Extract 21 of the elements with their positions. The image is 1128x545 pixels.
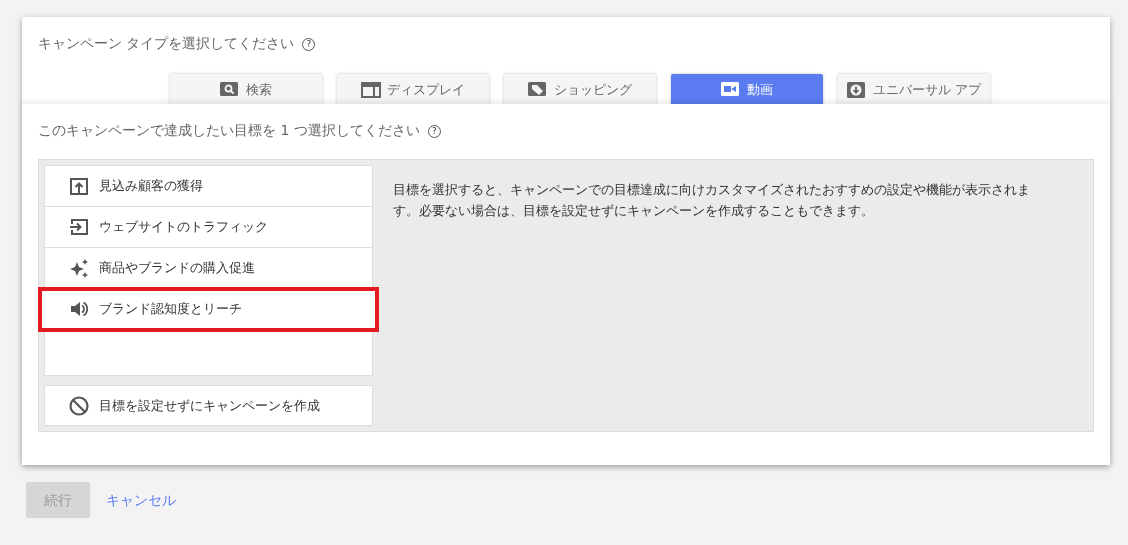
campaign-type-tab[interactable]: ユニバーサル アプ xyxy=(838,74,990,106)
campaign-type-tab[interactable]: 動画 xyxy=(671,74,823,106)
search-icon xyxy=(220,82,240,98)
sparkle-icon xyxy=(69,258,89,278)
upload-icon xyxy=(69,176,89,196)
speaker-icon xyxy=(69,299,89,319)
prohibited-icon xyxy=(69,395,89,416)
video-camera-icon xyxy=(721,82,741,98)
enter-icon xyxy=(69,217,89,237)
campaign-type-tab[interactable]: ディスプレイ xyxy=(337,74,489,106)
section-title: キャンペーン タイプを選択してください xyxy=(38,35,295,51)
description-text: 目標を選択すると、キャンペーンでの目標達成に向けカスタマイズされたおすすめの設定や機能が表示されます。必要ない場合は、目標を設定せずにキャンペーンを作成することもできます。 xyxy=(393,181,1031,220)
campaign-type-tab[interactable]: 検索 xyxy=(170,74,322,106)
layout-icon xyxy=(361,82,381,98)
section-title: このキャンペーンで達成したい目標を 1 つ選択してください xyxy=(38,122,420,138)
goal-option[interactable]: ブランド認知度とリーチ xyxy=(40,289,377,330)
cancel-link[interactable]: キャンセル xyxy=(106,489,176,511)
tag-icon xyxy=(528,82,548,98)
goal-option[interactable]: 目標を設定せずにキャンペーンを作成 xyxy=(44,385,373,426)
download-icon xyxy=(846,82,867,98)
campaign-type-tab[interactable]: ショッピング xyxy=(504,74,656,106)
